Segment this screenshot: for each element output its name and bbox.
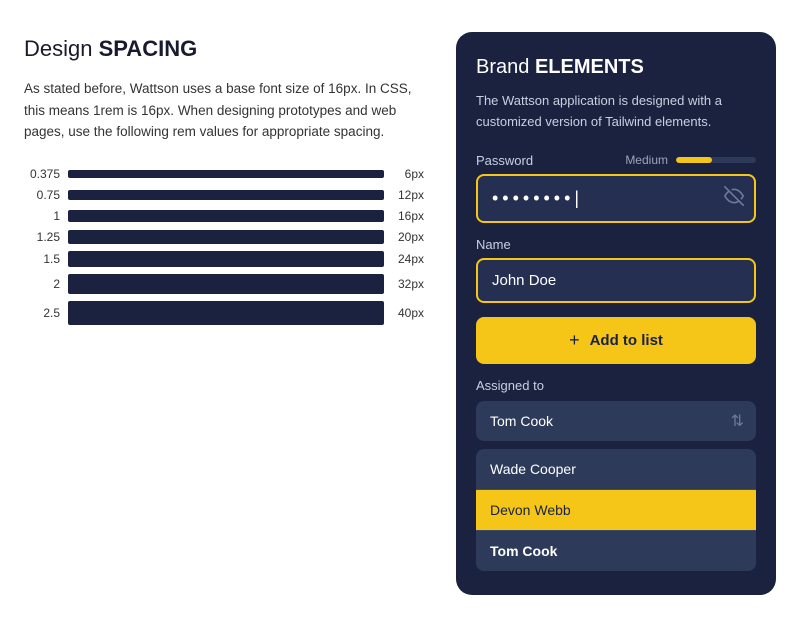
list-item[interactable]: Devon Webb bbox=[476, 490, 756, 531]
spacing-row: 1.5 24px bbox=[24, 251, 424, 267]
left-title-bold: SPACING bbox=[99, 36, 198, 61]
spacing-label: 1.5 bbox=[24, 252, 60, 266]
password-input-wrapper bbox=[476, 174, 756, 223]
spacing-label: 1.25 bbox=[24, 230, 60, 244]
spacing-bar bbox=[68, 230, 384, 244]
spacing-row: 1 16px bbox=[24, 209, 424, 223]
password-label: Password bbox=[476, 153, 533, 168]
spacing-bar bbox=[68, 251, 384, 267]
list-item[interactable]: Wade Cooper bbox=[476, 449, 756, 490]
spacing-label: 2 bbox=[24, 277, 60, 291]
right-panel: Brand ELEMENTS The Wattson application i… bbox=[456, 32, 776, 595]
left-title: Design SPACING bbox=[24, 36, 424, 62]
spacing-px: 16px bbox=[392, 209, 424, 223]
strength-row: Medium bbox=[625, 153, 756, 167]
select-wrapper: Tom Cook Wade Cooper Devon Webb ⇅ bbox=[476, 401, 756, 441]
spacing-label: 2.5 bbox=[24, 306, 60, 320]
assigned-select[interactable]: Tom Cook Wade Cooper Devon Webb bbox=[476, 401, 756, 441]
spacing-row: 2 32px bbox=[24, 274, 424, 294]
spacing-row: 0.375 6px bbox=[24, 167, 424, 181]
spacing-px: 40px bbox=[392, 306, 424, 320]
spacing-px: 20px bbox=[392, 230, 424, 244]
spacing-label: 1 bbox=[24, 209, 60, 223]
right-title: Brand ELEMENTS bbox=[476, 56, 756, 79]
name-section: Name bbox=[476, 237, 756, 303]
strength-bar-bg bbox=[676, 157, 756, 163]
spacing-bar bbox=[68, 210, 384, 222]
strength-label: Medium bbox=[625, 153, 668, 167]
right-title-light: Brand bbox=[476, 56, 535, 78]
spacing-table: 0.375 6px 0.75 12px 1 16px 1.25 20px 1.5… bbox=[24, 167, 424, 325]
list-item[interactable]: Tom Cook bbox=[476, 531, 756, 571]
spacing-label: 0.75 bbox=[24, 188, 60, 202]
spacing-bar bbox=[68, 301, 384, 325]
spacing-px: 24px bbox=[392, 252, 424, 266]
plus-icon: + bbox=[569, 330, 580, 351]
right-description: The Wattson application is designed with… bbox=[476, 91, 756, 133]
strength-bar-fill bbox=[676, 157, 712, 163]
name-label-row: Name bbox=[476, 237, 756, 252]
spacing-bar bbox=[68, 170, 384, 178]
add-to-list-button[interactable]: + Add to list bbox=[476, 317, 756, 364]
name-label: Name bbox=[476, 237, 511, 252]
name-input[interactable] bbox=[476, 258, 756, 303]
password-input[interactable] bbox=[476, 174, 756, 223]
assigned-label: Assigned to bbox=[476, 378, 756, 393]
left-panel: Design SPACING As stated before, Wattson… bbox=[24, 32, 424, 332]
assignee-list: Wade CooperDevon WebbTom Cook bbox=[476, 449, 756, 571]
spacing-px: 6px bbox=[392, 167, 424, 181]
spacing-row: 2.5 40px bbox=[24, 301, 424, 325]
left-description: As stated before, Wattson uses a base fo… bbox=[24, 78, 424, 143]
spacing-px: 12px bbox=[392, 188, 424, 202]
add-btn-label: Add to list bbox=[590, 332, 663, 349]
left-title-light: Design bbox=[24, 36, 99, 61]
right-title-bold: ELEMENTS bbox=[535, 56, 644, 78]
spacing-label: 0.375 bbox=[24, 167, 60, 181]
spacing-bar bbox=[68, 274, 384, 294]
spacing-row: 0.75 12px bbox=[24, 188, 424, 202]
password-label-row: Password Medium bbox=[476, 153, 756, 168]
eye-icon[interactable] bbox=[724, 186, 744, 211]
spacing-row: 1.25 20px bbox=[24, 230, 424, 244]
password-section: Password Medium bbox=[476, 153, 756, 223]
spacing-bar bbox=[68, 190, 384, 200]
spacing-px: 32px bbox=[392, 277, 424, 291]
